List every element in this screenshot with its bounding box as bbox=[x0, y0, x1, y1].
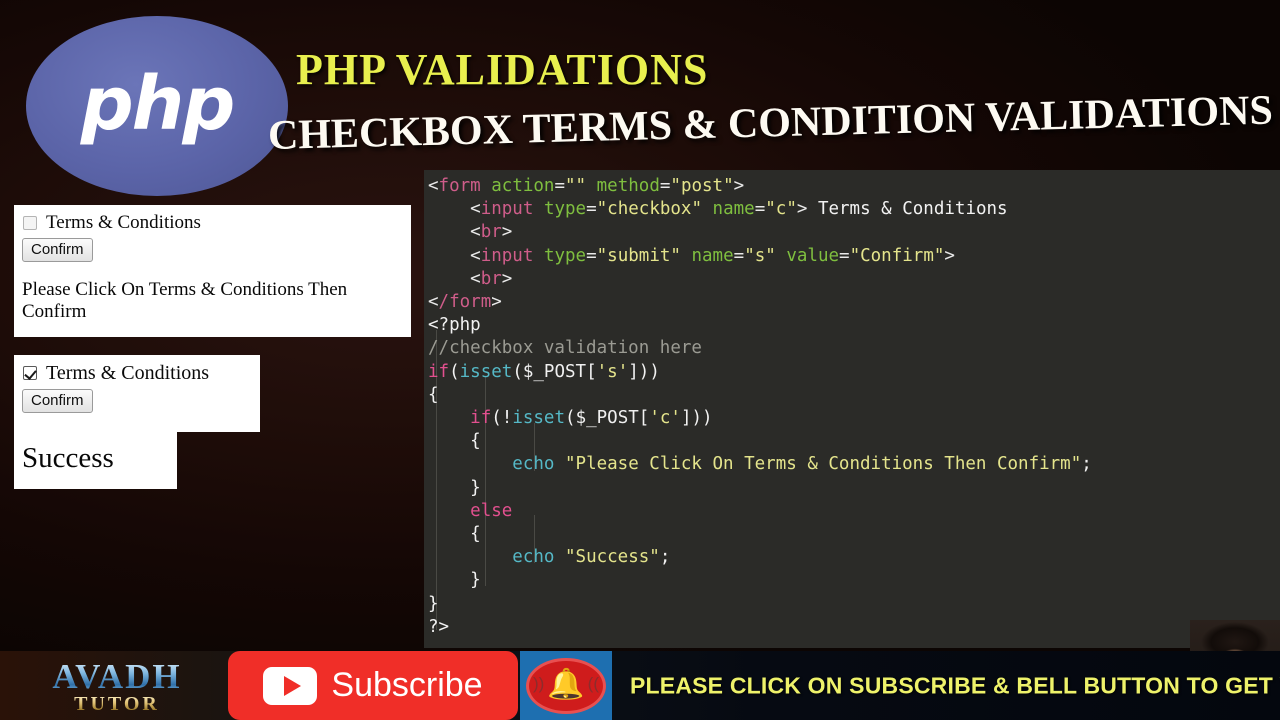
browser-output-panel-success: Success bbox=[14, 432, 177, 489]
terms-checkbox-label: Terms & Conditions bbox=[46, 212, 201, 233]
php-wordmark: php bbox=[80, 61, 236, 147]
php-logo: php bbox=[26, 16, 288, 196]
channel-logo: AVADH TUTOR bbox=[8, 657, 226, 717]
page-title: PHP VALIDATIONS bbox=[296, 45, 709, 94]
terms-checkbox-checked-icon[interactable] bbox=[23, 366, 37, 380]
video-slide: php PHP VALIDATIONS CHECKBOX TERMS & CON… bbox=[0, 0, 1280, 720]
bottom-cta-bar: AVADH TUTOR Subscribe )) 🔔 (( PLEASE CLI… bbox=[0, 651, 1280, 720]
bell-oval-badge: )) 🔔 (( bbox=[526, 657, 606, 714]
browser-output-panel-unchecked: Terms & Conditions Confirm Please Click … bbox=[14, 205, 411, 337]
confirm-button-checked[interactable]: Confirm bbox=[22, 389, 93, 413]
bell-wave-left-icon: )) bbox=[533, 673, 545, 693]
cta-message: PLEASE CLICK ON SUBSCRIBE & BELL BUTTON … bbox=[630, 672, 1280, 698]
browser-output-panel-checked: Terms & Conditions Confirm bbox=[14, 355, 260, 432]
terms-checkbox-unchecked-icon[interactable] bbox=[23, 215, 37, 230]
bell-notification-button[interactable]: )) 🔔 (( bbox=[520, 651, 612, 720]
terms-checkbox-row-checked[interactable]: Terms & Conditions bbox=[14, 355, 260, 383]
terms-checkbox-row[interactable]: Terms & Conditions bbox=[14, 205, 411, 232]
code-content: <form action="" method="post"> <input ty… bbox=[428, 176, 1092, 637]
confirm-button[interactable]: Confirm bbox=[22, 238, 93, 262]
validation-success-message: Success bbox=[22, 442, 114, 474]
bell-wave-right-icon: (( bbox=[587, 673, 599, 693]
page-subtitle: CHECKBOX TERMS & CONDITION VALIDATIONS bbox=[267, 87, 1274, 159]
channel-name-primary: AVADH bbox=[52, 656, 182, 696]
code-editor-panel[interactable]: <form action="" method="post"> <input ty… bbox=[424, 170, 1280, 648]
bell-icon: 🔔 bbox=[547, 667, 585, 701]
subscribe-button[interactable]: Subscribe bbox=[228, 651, 518, 720]
play-triangle-icon bbox=[283, 675, 301, 696]
terms-checkbox-label-checked: Terms & Conditions bbox=[46, 362, 210, 384]
youtube-play-icon bbox=[263, 666, 318, 705]
channel-name-secondary: TUTOR bbox=[74, 693, 160, 716]
validation-error-message: Please Click On Terms & Conditions Then … bbox=[22, 279, 348, 322]
subscribe-label: Subscribe bbox=[331, 666, 483, 704]
